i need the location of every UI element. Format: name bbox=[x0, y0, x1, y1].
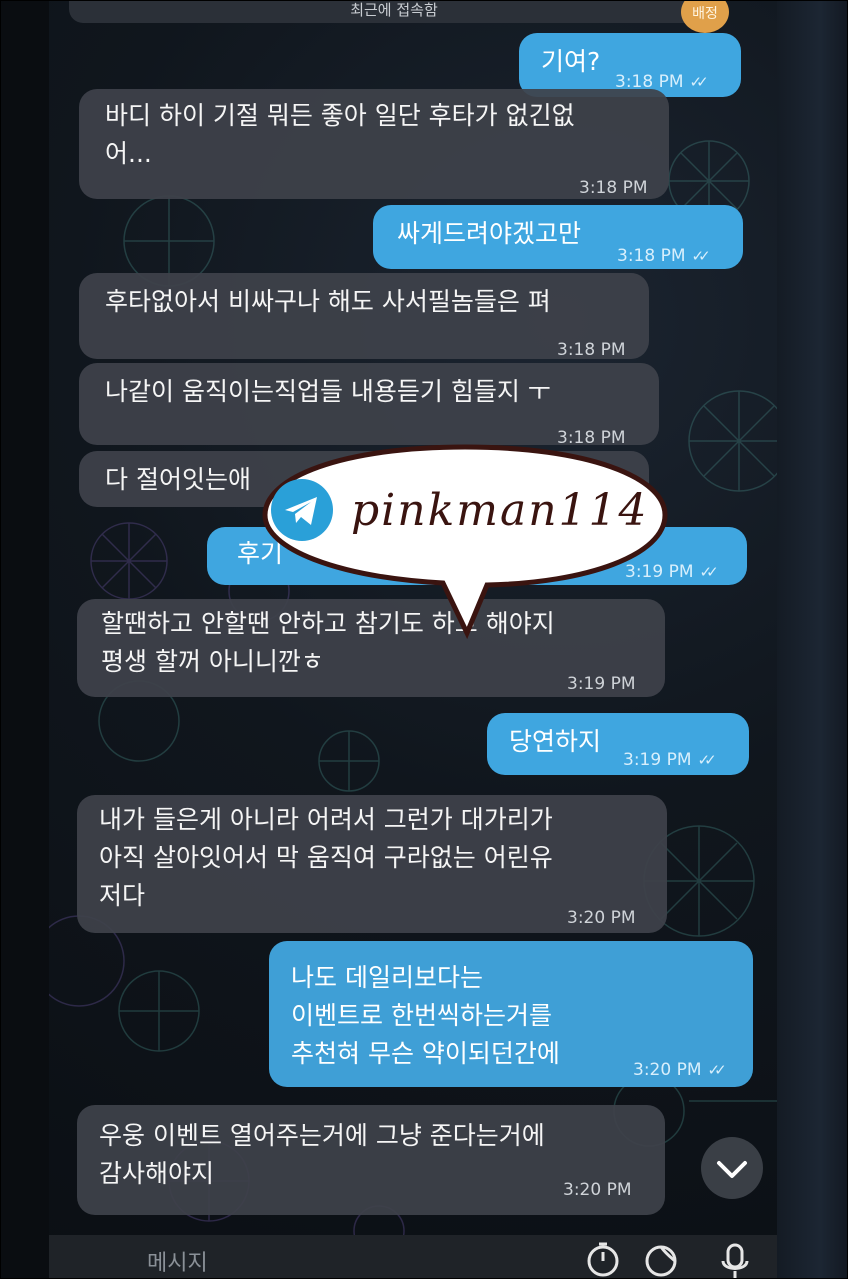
watermark-handle: pinkman114 bbox=[351, 485, 649, 536]
chevron-down-icon bbox=[717, 1161, 747, 1178]
message-bubble-in[interactable]: 내가 들은게 아니라 어려서 그런가 대가리가 아직 살아잇어서 막 움직여 구… bbox=[77, 795, 667, 933]
message-text: 내가 들은게 아니라 어려서 그런가 대가리가 아직 살아잇어서 막 움직여 구… bbox=[99, 805, 553, 910]
message-time: 3:18 PM bbox=[579, 178, 648, 198]
double-check-icon: ✓✓ bbox=[691, 247, 711, 265]
message-bubble-out[interactable]: 당연하지 3:19 PM ✓✓ bbox=[487, 713, 749, 775]
message-text: 당연하지 bbox=[509, 727, 602, 756]
message-bubble-out[interactable]: 나도 데일리보다는 이벤트로 한번씩하는거를 추천혀 무슨 약이되던간에 3:2… bbox=[269, 941, 753, 1087]
scroll-down-button[interactable] bbox=[701, 1137, 763, 1199]
double-check-icon: ✓✓ bbox=[697, 751, 717, 769]
message-time: 3:20 PM bbox=[567, 908, 636, 928]
message-text: 바디 하이 기절 뭐든 좋아 일단 후타가 없긴없 어... bbox=[105, 101, 575, 168]
message-input[interactable]: 메시지 bbox=[147, 1245, 208, 1277]
double-check-icon: ✓✓ bbox=[707, 1061, 727, 1079]
message-text: 싸게드려야겠고만 bbox=[397, 219, 582, 248]
message-bubble-in[interactable]: 바디 하이 기절 뭐든 좋아 일단 후타가 없긴없 어... 3:18 PM bbox=[79, 89, 669, 199]
microphone-icon[interactable] bbox=[717, 1239, 753, 1279]
watermark-speech-bubble bbox=[262, 444, 668, 640]
message-bubble-out[interactable]: 싸게드려야겠고만 3:18 PM ✓✓ bbox=[373, 205, 743, 269]
message-bubble-in[interactable]: 우웅 이벤트 열어주는거에 그냥 준다는거에 감사해야지 3:20 PM bbox=[77, 1105, 665, 1215]
screenshot-frame: 최근에 접속함 배정 기여? 3:18 PM ✓✓ 바디 하이 기절 뭐든 좋아 … bbox=[0, 0, 848, 1279]
last-seen-status: 최근에 접속함 bbox=[69, 1, 719, 23]
message-bubble-in[interactable]: 나같이 움직이는직업들 내용듣기 힘들지 ㅜ 3:18 PM bbox=[79, 363, 659, 448]
double-check-icon: ✓✓ bbox=[689, 73, 709, 91]
message-time: 3:19 PM ✓✓ bbox=[623, 750, 717, 770]
message-bubble-in[interactable]: 후타없아서 비싸구나 해도 사서필놈들은 펴 3:18 PM bbox=[79, 273, 649, 360]
message-text: 기여? bbox=[541, 47, 601, 76]
message-text: 후타없아서 비싸구나 해도 사서필놈들은 펴 bbox=[105, 287, 551, 316]
sticker-icon[interactable] bbox=[641, 1239, 681, 1279]
timer-icon[interactable] bbox=[583, 1239, 623, 1279]
message-bubble-out[interactable]: 기여? 3:18 PM ✓✓ bbox=[519, 33, 741, 97]
message-time: 3:18 PM ✓✓ bbox=[617, 246, 711, 266]
double-check-icon: ✓✓ bbox=[699, 563, 719, 581]
message-time: 3:19 PM bbox=[567, 674, 636, 694]
telegram-icon bbox=[271, 479, 333, 541]
device-edge bbox=[777, 1, 847, 1278]
message-text: 나같이 움직이는직업들 내용듣기 힘들지 ㅜ bbox=[105, 377, 551, 406]
message-time: 3:20 PM bbox=[563, 1180, 632, 1200]
message-time: 3:20 PM ✓✓ bbox=[633, 1060, 727, 1080]
